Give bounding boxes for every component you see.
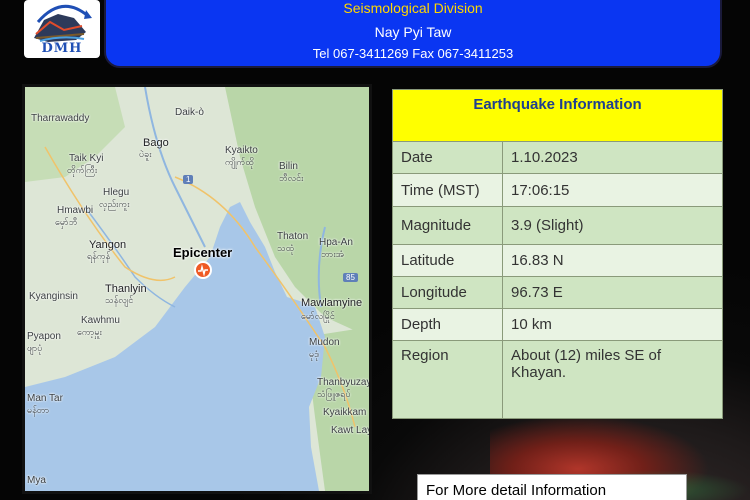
place-kyaikto-my: ကျိုက်ထို xyxy=(225,157,255,167)
place-thaton-my: သထုံ xyxy=(277,243,295,253)
place-pyapon-my: ဖျာပုံ xyxy=(27,343,43,353)
place-hlegu: Hlegu xyxy=(103,187,130,198)
place-kyaikkami: Kyaikkam xyxy=(323,407,367,418)
place-taikkyi: Taik Kyi xyxy=(69,153,104,164)
division-name: Seismological Division xyxy=(343,0,483,16)
place-bago-my: ပဲခူး xyxy=(139,149,152,159)
place-thanlyin-my: သန်လျင် xyxy=(105,295,134,305)
place-mantar-my: မန်တာ xyxy=(27,405,50,415)
contact-info: Tel 067-3411269 Fax 067-3411253 xyxy=(312,46,514,61)
map-graphic xyxy=(25,87,369,491)
table-row: Time (MST) 17:06:15 xyxy=(392,173,723,207)
value-depth: 10 km xyxy=(502,308,723,341)
earthquake-info-table: Earthquake Information Date 1.10.2023 Ti… xyxy=(392,89,723,419)
place-yangon: Yangon xyxy=(89,239,127,251)
place-mawlamyine: Mawlamyine xyxy=(301,297,363,309)
label-depth: Depth xyxy=(392,308,503,341)
place-hlegu-my: လှည်းကူး xyxy=(99,199,130,209)
place-thaton: Thaton xyxy=(277,231,309,242)
dmh-logo: DMH xyxy=(24,0,100,58)
city-name: Nay Pyi Taw xyxy=(374,24,452,40)
place-mudon: Mudon xyxy=(309,337,340,348)
road-shield-1: 1 xyxy=(183,175,194,184)
place-kyangin: Kyanginsin xyxy=(29,291,78,302)
place-pyapon: Pyapon xyxy=(27,331,61,342)
place-kyaikto: Kyaikto xyxy=(225,145,258,156)
value-date: 1.10.2023 xyxy=(502,141,723,174)
info-table-title: Earthquake Information xyxy=(392,89,723,142)
place-hmawbi-my: မှော်ဘီ xyxy=(55,217,78,227)
more-info-note: For More detail Information xyxy=(417,474,687,500)
place-mudon-my: မုဒုံ xyxy=(309,349,319,359)
logo-text: DMH xyxy=(41,41,83,56)
table-row: Longitude 96.73 E xyxy=(392,276,723,309)
label-magnitude: Magnitude xyxy=(392,206,503,245)
label-latitude: Latitude xyxy=(392,244,503,277)
place-hpaan-my: ဘားအံ xyxy=(321,249,344,259)
table-row: Depth 10 km xyxy=(392,308,723,341)
place-thanlyin: Thanlyin xyxy=(105,283,147,295)
label-longitude: Longitude xyxy=(392,276,503,309)
place-kawhmu: Kawhmu xyxy=(81,315,120,326)
label-region: Region xyxy=(392,340,503,419)
value-latitude: 16.83 N xyxy=(502,244,723,277)
road-shield-85: 85 xyxy=(343,273,358,282)
place-hmawbi: Hmawbi xyxy=(57,205,94,216)
place-thanbyuzayat: Thanbyuzay xyxy=(317,377,372,388)
place-bilin: Bilin xyxy=(279,161,298,172)
value-region: About (12) miles SE of Khayan. xyxy=(502,340,723,419)
place-mantar: Man Tar xyxy=(27,393,63,404)
pulse-icon xyxy=(198,264,208,277)
place-kawtlay: Kawt Lay xyxy=(331,425,372,436)
place-kawhmu-my: ကော့မှူး xyxy=(77,327,102,337)
place-thanbyuzayat-my: သံဖြူဇရပ် xyxy=(317,389,351,399)
label-time: Time (MST) xyxy=(392,173,503,207)
place-bilin-my: ဘီလင်း xyxy=(279,173,304,183)
place-hpaan: Hpa-An xyxy=(319,237,353,248)
place-bago: Bago xyxy=(143,137,169,149)
place-taikkyi-my: တိုက်ကြီး xyxy=(67,165,98,175)
table-row: Date 1.10.2023 xyxy=(392,141,723,174)
label-date: Date xyxy=(392,141,503,174)
place-yangon-my: ရန်ကုန် xyxy=(87,251,111,261)
epicenter-map: Daik-ò Tharrawaddy Bago ပဲခူး Kyaikto ကျ… xyxy=(22,84,372,494)
place-tharrawaddy: Tharrawaddy xyxy=(31,113,90,124)
value-longitude: 96.73 E xyxy=(502,276,723,309)
table-row: Region About (12) miles SE of Khayan. xyxy=(392,340,723,419)
value-time: 17:06:15 xyxy=(502,173,723,207)
epicenter-marker-icon xyxy=(194,261,212,279)
place-mya: Mya xyxy=(27,475,46,486)
table-row: Magnitude 3.9 (Slight) xyxy=(392,206,723,245)
epicenter-label: Epicenter xyxy=(173,245,233,260)
table-row: Latitude 16.83 N xyxy=(392,244,723,277)
place-mawlamyine-my: မော်လမြိုင် xyxy=(301,311,335,321)
place-daik: Daik-ò xyxy=(175,107,204,118)
value-magnitude: 3.9 (Slight) xyxy=(502,206,723,245)
header-banner: Seismological Division Nay Pyi Taw Tel 0… xyxy=(104,0,722,68)
